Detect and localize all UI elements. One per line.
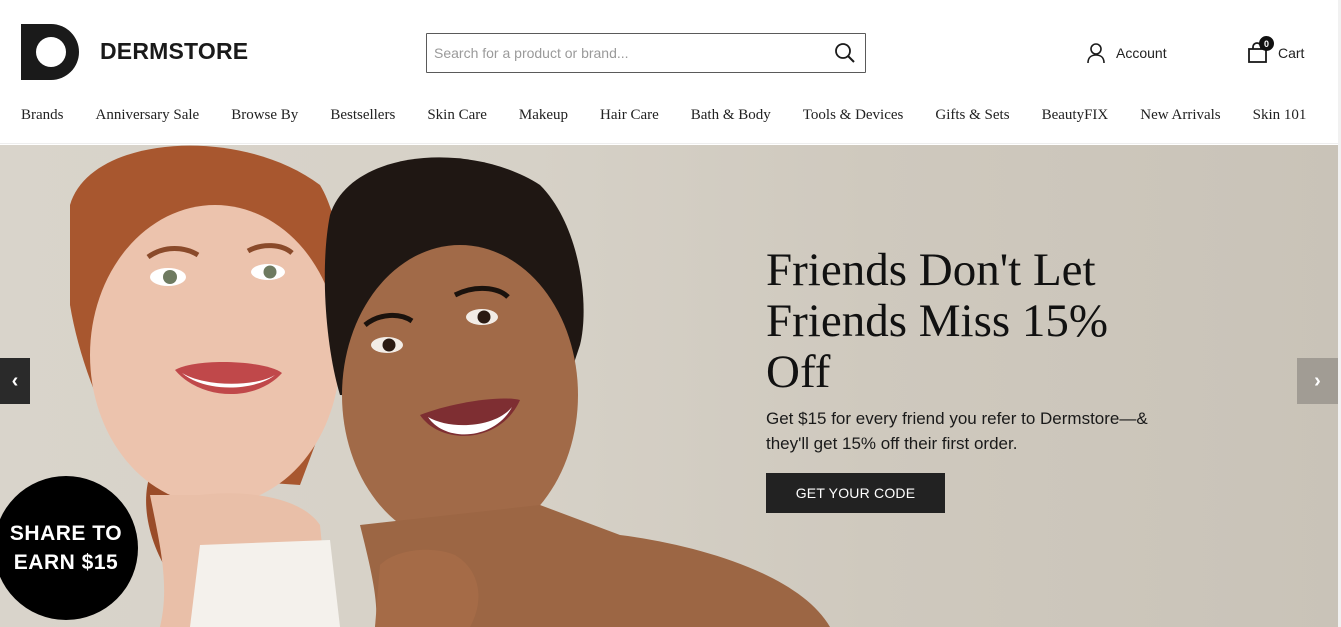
nav-item-beautyfix[interactable]: BeautyFIX (1042, 107, 1109, 124)
share-to-earn-badge[interactable]: SHARE TO EARN $15 (0, 476, 138, 620)
search-icon (835, 43, 855, 63)
carousel-next-button[interactable]: › (1297, 358, 1338, 404)
cart-label: Cart (1278, 45, 1305, 61)
account-link[interactable]: Account (1086, 40, 1167, 66)
site-header: DERMSTORE Account 0 Cart (0, 0, 1341, 100)
hero-subtitle-line-2: they'll get 15% off their first order. (766, 434, 1018, 453)
nav-item-new-arrivals[interactable]: New Arrivals (1140, 107, 1220, 124)
cart-link[interactable]: 0 Cart (1247, 36, 1305, 66)
brand-name[interactable]: DERMSTORE (100, 38, 248, 65)
nav-item-brands[interactable]: Brands (21, 107, 64, 124)
hero-title-line-1: Friends Don't Let (766, 244, 1096, 296)
chevron-right-icon: › (1314, 369, 1321, 392)
hero-banner[interactable]: Friends Don't Let Friends Miss 15% Off G… (0, 145, 1338, 627)
nav-item-bath-body[interactable]: Bath & Body (691, 107, 771, 124)
logo-d-icon (21, 24, 79, 80)
nav-item-tools-devices[interactable]: Tools & Devices (803, 107, 904, 124)
hero-title-line-3: Off (766, 346, 831, 398)
account-label: Account (1116, 45, 1167, 61)
get-your-code-button[interactable]: GET YOUR CODE (766, 473, 945, 513)
search-input[interactable] (427, 34, 825, 72)
nav-item-anniversary-sale[interactable]: Anniversary Sale (96, 107, 200, 124)
hero-title-line-2: Friends Miss 15% (766, 295, 1109, 347)
nav-item-browse-by[interactable]: Browse By (231, 107, 298, 124)
cart-icon-wrap: 0 (1247, 36, 1274, 64)
hero-subtitle-line-1: Get $15 for every friend you refer to De… (766, 409, 1148, 428)
nav-item-bestsellers[interactable]: Bestsellers (330, 107, 395, 124)
search-bar (426, 33, 866, 73)
nav-item-makeup[interactable]: Makeup (519, 107, 568, 124)
cart-count-badge: 0 (1259, 36, 1274, 51)
share-badge-line-2: EARN $15 (13, 551, 119, 574)
hero-title: Friends Don't Let Friends Miss 15% Off (766, 245, 1186, 398)
nav-item-hair-care[interactable]: Hair Care (600, 107, 659, 124)
search-button[interactable] (825, 34, 865, 72)
chevron-left-icon: ‹ (11, 369, 19, 392)
main-navigation: Brands Anniversary Sale Browse By Bestse… (0, 100, 1341, 144)
hero-subtitle: Get $15 for every friend you refer to De… (766, 406, 1186, 456)
hero-copy: Friends Don't Let Friends Miss 15% Off G… (766, 245, 1186, 513)
carousel-prev-button[interactable]: ‹ (0, 358, 30, 404)
share-badge-line-1: SHARE TO (9, 522, 123, 545)
nav-item-gifts-sets[interactable]: Gifts & Sets (935, 107, 1009, 124)
user-icon (1087, 43, 1105, 64)
nav-item-skin-care[interactable]: Skin Care (427, 107, 487, 124)
nav-item-skin-101[interactable]: Skin 101 (1253, 107, 1307, 124)
dermstore-logo[interactable] (21, 24, 79, 80)
